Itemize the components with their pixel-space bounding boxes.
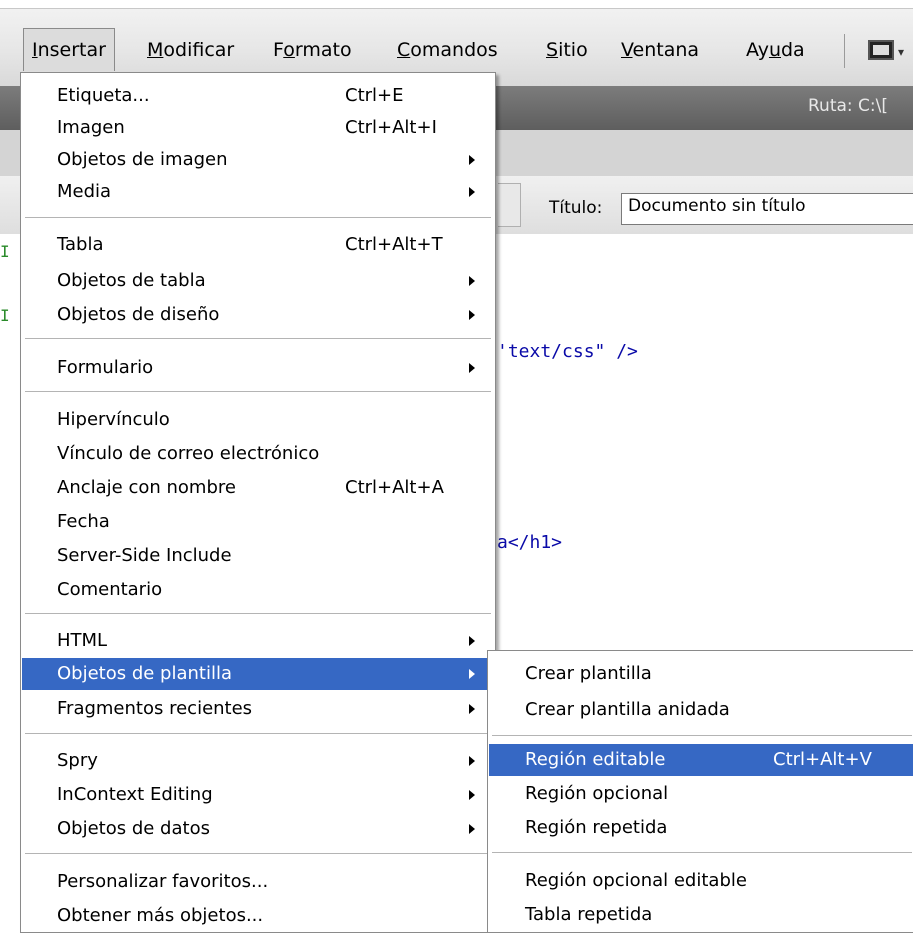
submenu-arrow-icon: [469, 669, 475, 679]
document-title-field[interactable]: Documento sin título: [621, 193, 913, 225]
menu-item-spry[interactable]: Spry: [22, 745, 494, 777]
submenu-arrow-icon: [469, 636, 475, 646]
menu-separator: [25, 613, 491, 615]
submenu-item-crear-plantilla-anidada[interactable]: Crear plantilla anidada: [489, 694, 913, 726]
submenu-item-crear-plantilla[interactable]: Crear plantilla: [489, 658, 913, 690]
submenu-arrow-icon: [469, 790, 475, 800]
toolbar-button[interactable]: [498, 183, 521, 227]
submenu-arrow-icon: [469, 824, 475, 834]
menu-item-comentario[interactable]: Comentario: [22, 574, 494, 606]
submenu-item-region-opcional[interactable]: Región opcional: [489, 778, 913, 810]
menu-modificar[interactable]: Modificar: [139, 29, 242, 71]
menu-ayuda[interactable]: Ayuda: [738, 29, 813, 71]
submenu-separator: [492, 852, 912, 854]
submenu-arrow-icon: [469, 363, 475, 373]
menu-ventana[interactable]: Ventana: [613, 29, 707, 71]
submenu-arrow-icon: [469, 155, 475, 165]
menu-sitio[interactable]: Sitio: [538, 29, 596, 71]
menu-item-fragmentos-recientes[interactable]: Fragmentos recientes: [22, 693, 494, 725]
menu-item-html[interactable]: HTML: [22, 625, 494, 657]
code-line: 'text/css" />: [497, 341, 638, 362]
submenu-item-tabla-repetida[interactable]: Tabla repetida: [489, 899, 913, 931]
menu-item-fecha[interactable]: Fecha: [22, 506, 494, 538]
insert-menu: Etiqueta... Ctrl+E Imagen Ctrl+Alt+I Objet…: [20, 72, 496, 933]
path-label: Ruta: C:\[: [808, 96, 888, 116]
submenu-arrow-icon: [469, 756, 475, 766]
submenu-item-region-opcional-editable[interactable]: Región opcional editable: [489, 865, 913, 897]
menu-separator: [25, 338, 491, 340]
menu-item-tabla[interactable]: Tabla Ctrl+Alt+T: [22, 229, 494, 261]
submenu-arrow-icon: [469, 310, 475, 320]
window-top-edge: [0, 0, 913, 9]
menu-item-objetos-de-diseno[interactable]: Objetos de diseño: [22, 299, 494, 331]
menu-item-media[interactable]: Media: [22, 176, 494, 208]
submenu-separator: [492, 735, 912, 737]
code-gutter-mark: I: [0, 242, 10, 261]
submenu-arrow-icon: [469, 704, 475, 714]
menu-item-objetos-de-datos[interactable]: Objetos de datos: [22, 813, 494, 845]
menu-formato[interactable]: Formato: [265, 29, 360, 71]
menu-separator: [25, 853, 491, 855]
menu-separator: [25, 733, 491, 735]
menu-item-personalizar-favoritos[interactable]: Personalizar favoritos...: [22, 866, 494, 898]
template-objects-submenu: Crear plantilla Crear plantilla anidada …: [487, 650, 913, 933]
code-line: a</h1>: [497, 532, 563, 553]
title-label: Título:: [549, 198, 603, 218]
submenu-item-region-editable[interactable]: Región editable Ctrl+Alt+V: [489, 744, 913, 776]
submenu-arrow-icon: [469, 187, 475, 197]
menu-item-incontext-editing[interactable]: InContext Editing: [22, 779, 494, 811]
menu-item-imagen[interactable]: Imagen Ctrl+Alt+I: [22, 112, 494, 144]
menu-item-objetos-de-plantilla[interactable]: Objetos de plantilla: [22, 658, 494, 690]
menu-separator: [25, 217, 491, 219]
menu-insertar[interactable]: Insertar: [23, 28, 115, 71]
layout-icon[interactable]: [868, 40, 894, 60]
code-gutter-mark: I: [0, 306, 10, 325]
menu-item-vinculo-correo[interactable]: Vínculo de correo electrónico: [22, 438, 494, 470]
menu-item-objetos-de-imagen[interactable]: Objetos de imagen: [22, 144, 494, 176]
menu-item-server-side-include[interactable]: Server-Side Include: [22, 540, 494, 572]
menubar-divider: [844, 34, 845, 68]
chevron-down-icon[interactable]: ▾: [898, 45, 904, 59]
submenu-item-region-repetida[interactable]: Región repetida: [489, 812, 913, 844]
menu-item-hipervinculo[interactable]: Hipervínculo: [22, 404, 494, 436]
submenu-arrow-icon: [469, 276, 475, 286]
menu-item-obtener-mas-objetos[interactable]: Obtener más objetos...: [22, 900, 494, 932]
menu-comandos[interactable]: Comandos: [389, 29, 506, 71]
menu-item-anclaje[interactable]: Anclaje con nombre Ctrl+Alt+A: [22, 472, 494, 504]
menu-item-formulario[interactable]: Formulario: [22, 352, 494, 384]
menu-item-etiqueta[interactable]: Etiqueta... Ctrl+E: [22, 80, 494, 112]
menu-separator: [25, 391, 491, 393]
menu-item-objetos-de-tabla[interactable]: Objetos de tabla: [22, 265, 494, 297]
